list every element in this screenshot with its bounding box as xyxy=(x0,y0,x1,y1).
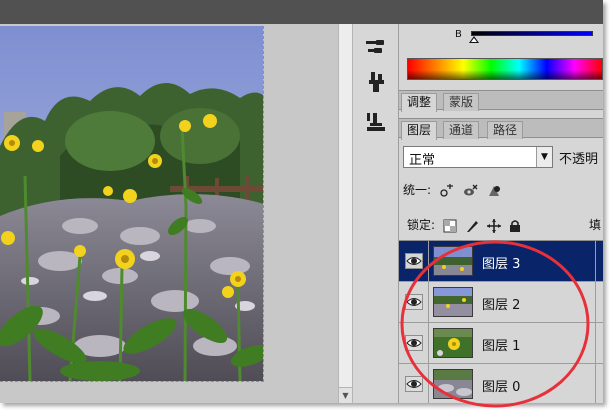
row-divider xyxy=(595,282,596,322)
blend-mode-value: 正常 xyxy=(409,153,436,168)
lock-transparent-pixels-icon[interactable] xyxy=(443,219,457,233)
visibility-cell[interactable] xyxy=(399,323,429,363)
layer-row[interactable]: 图层 0 xyxy=(399,364,603,403)
row-divider xyxy=(595,323,596,363)
document-image[interactable] xyxy=(0,26,264,382)
adjustments-tabbar: 调整 蒙版 xyxy=(399,90,603,112)
opacity-label: 不透明 xyxy=(559,152,599,167)
tab-masks[interactable]: 蒙版 xyxy=(443,93,480,111)
document-canvas-area[interactable] xyxy=(0,24,338,403)
eye-icon xyxy=(406,339,422,347)
visibility-toggle[interactable] xyxy=(405,253,423,269)
visibility-toggle[interactable] xyxy=(405,294,423,310)
unify-style-icon[interactable] xyxy=(487,184,503,198)
eye-icon xyxy=(406,298,422,306)
eye-icon xyxy=(406,257,422,265)
layer-thumbnail xyxy=(433,246,473,276)
color-spectrum-bar[interactable] xyxy=(407,58,603,80)
row-divider xyxy=(595,364,596,403)
blend-mode-select[interactable]: 正常 ▼ xyxy=(403,146,553,168)
layer-row[interactable]: 图层 1 xyxy=(399,323,603,364)
tab-adjustments[interactable]: 调整 xyxy=(401,93,438,112)
spectrum-shade xyxy=(408,59,602,79)
tab-paths[interactable]: 路径 xyxy=(487,121,524,139)
layer-name[interactable]: 图层 1 xyxy=(482,335,520,354)
brush-preset-icon[interactable] xyxy=(364,36,388,60)
layer-name[interactable]: 图层 3 xyxy=(482,253,520,272)
lock-row: 锁定: xyxy=(407,216,522,234)
row-divider xyxy=(595,241,596,281)
visibility-cell[interactable] xyxy=(399,364,429,403)
layer-thumbnail xyxy=(433,328,473,358)
lock-image-pixels-icon[interactable] xyxy=(465,219,479,233)
photoshop-window: ▼ B 调整 蒙版 图层 通道 路径 正常 ▼ 不透明 统一: 锁定: 填 图层… xyxy=(0,0,603,403)
layer-name[interactable]: 图层 0 xyxy=(482,376,520,395)
layer-row[interactable]: 图层 2 xyxy=(399,282,603,323)
eye-icon xyxy=(406,380,422,388)
unify-position-icon[interactable] xyxy=(439,183,455,198)
visibility-cell[interactable] xyxy=(399,282,429,322)
scroll-down-arrow-icon[interactable]: ▼ xyxy=(339,387,352,403)
tab-channels[interactable]: 通道 xyxy=(443,121,480,139)
lock-all-icon[interactable] xyxy=(508,219,522,233)
unify-visibility-icon[interactable] xyxy=(463,184,479,198)
lock-position-icon[interactable] xyxy=(486,218,501,233)
unify-row: 统一: xyxy=(403,181,503,199)
layer-name[interactable]: 图层 2 xyxy=(482,294,520,313)
clone-source-icon[interactable] xyxy=(364,70,388,94)
chevron-down-icon[interactable]: ▼ xyxy=(536,147,552,167)
slider-thumb-inner xyxy=(471,38,477,42)
panel-dock-icons xyxy=(353,24,399,403)
top-bar xyxy=(0,0,603,24)
tab-layers[interactable]: 图层 xyxy=(401,121,438,140)
tool-preset-icon[interactable] xyxy=(364,110,388,134)
fill-label: 填 xyxy=(589,218,602,232)
flower-photo xyxy=(0,26,263,381)
layer-thumbnail xyxy=(433,287,473,317)
layers-tabbar: 图层 通道 路径 xyxy=(399,118,603,140)
visibility-toggle[interactable] xyxy=(405,376,423,392)
layer-row[interactable]: 图层 3 xyxy=(399,241,603,282)
unify-label: 统一: xyxy=(403,183,432,197)
visibility-cell[interactable] xyxy=(399,241,429,281)
blue-channel-label: B xyxy=(455,29,462,40)
lock-label: 锁定: xyxy=(407,218,436,232)
screenshot-frame: ▼ B 调整 蒙版 图层 通道 路径 正常 ▼ 不透明 统一: 锁定: 填 图层… xyxy=(0,0,611,411)
canvas-vertical-scrollbar[interactable]: ▼ xyxy=(338,24,353,403)
panels-column: B 调整 蒙版 图层 通道 路径 正常 ▼ 不透明 统一: 锁定: 填 图层 3… xyxy=(399,24,603,403)
visibility-toggle[interactable] xyxy=(405,335,423,351)
layer-thumbnail xyxy=(433,369,473,399)
blue-channel-slider[interactable] xyxy=(471,31,593,36)
color-panel: B xyxy=(399,24,603,88)
layers-list: 图层 3 图层 2 图层 1 图层 0 xyxy=(399,240,603,403)
